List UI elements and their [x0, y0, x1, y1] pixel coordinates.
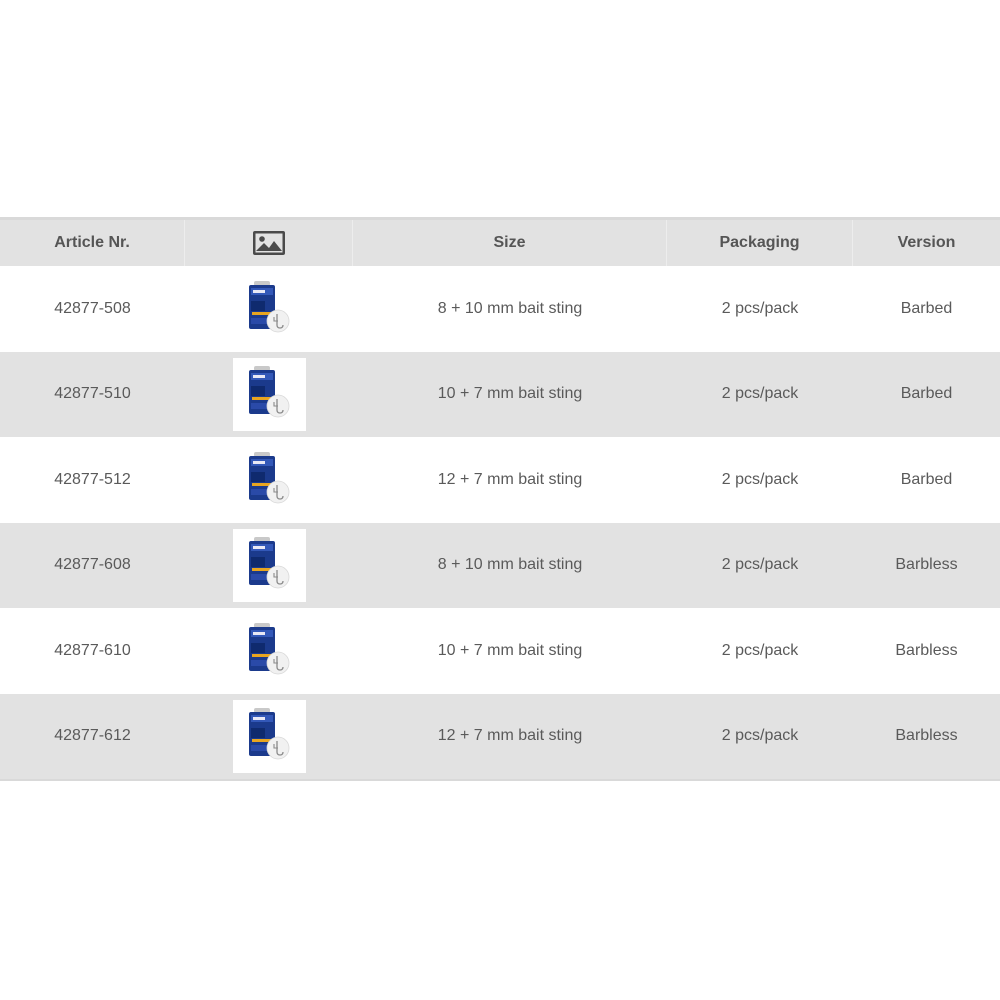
size-cell: 8 + 10 mm bait sting: [437, 299, 583, 317]
header-article-nr: Article Nr.: [0, 220, 185, 266]
product-thumbnail[interactable]: [232, 699, 306, 773]
size-cell: 10 + 7 mm bait sting: [437, 641, 583, 659]
article-number-cell: 42877-510: [54, 385, 131, 403]
packaging-cell: 2 pcs/pack: [721, 470, 799, 488]
thumbnail-cell: [185, 523, 353, 609]
product-thumbnail[interactable]: [232, 614, 306, 688]
size-cell: 12 + 7 mm bait sting: [437, 727, 583, 745]
version-cell: Barbed: [900, 470, 953, 488]
packaging-cell: 2 pcs/pack: [721, 385, 799, 403]
product-thumbnail[interactable]: [232, 357, 306, 431]
header-packaging: Packaging: [667, 220, 853, 266]
table-row: 42877-512 12 + 7 mm bait sting 2 pcs/pac…: [0, 437, 1000, 523]
table-row: 42877-612 12 + 7 mm bait sting 2 pcs/pac…: [0, 693, 1000, 780]
packaging-cell: 2 pcs/pack: [721, 299, 799, 317]
product-thumbnail[interactable]: [232, 528, 306, 602]
table-row: 42877-608 8 + 10 mm bait sting 2 pcs/pac…: [0, 522, 1000, 609]
image-icon: [252, 231, 285, 255]
size-cell: 8 + 10 mm bait sting: [437, 556, 583, 574]
table-row: 42877-508 8 + 10 mm bait sting 2 pcs/pac…: [0, 266, 1000, 352]
product-package-icon: [249, 537, 290, 589]
header-size: Size: [353, 220, 667, 266]
article-number-cell: 42877-608: [54, 556, 131, 574]
article-number-cell: 42877-508: [54, 299, 131, 317]
packaging-cell: 2 pcs/pack: [721, 641, 799, 659]
article-number-cell: 42877-612: [54, 727, 131, 745]
size-cell: 12 + 7 mm bait sting: [437, 470, 583, 488]
thumbnail-cell: [185, 266, 353, 352]
table-header-row: Article Nr. Size Packaging Version: [0, 220, 1000, 266]
table-row: 42877-510 10 + 7 mm bait sting 2 pcs/pac…: [0, 351, 1000, 438]
product-package-icon: [249, 451, 290, 504]
table-body: 42877-508 8 + 10 mm bait sting 2 pcs/pac…: [0, 266, 1000, 779]
packaging-cell: 2 pcs/pack: [721, 556, 799, 574]
thumbnail-cell: [185, 437, 353, 523]
product-package-icon: [249, 708, 290, 760]
article-number-cell: 42877-512: [54, 470, 131, 488]
packaging-cell: 2 pcs/pack: [721, 727, 799, 745]
table-row: 42877-610 10 + 7 mm bait sting 2 pcs/pac…: [0, 608, 1000, 694]
product-package-icon: [249, 366, 290, 418]
version-cell: Barbless: [895, 556, 958, 574]
product-thumbnail[interactable]: [232, 443, 306, 517]
thumbnail-cell: [185, 608, 353, 694]
thumbnail-cell: [185, 352, 353, 438]
version-cell: Barbed: [900, 299, 953, 317]
article-number-cell: 42877-610: [54, 641, 131, 659]
thumbnail-cell: [185, 694, 353, 780]
version-cell: Barbless: [895, 641, 958, 659]
product-package-icon: [249, 280, 290, 333]
size-cell: 10 + 7 mm bait sting: [437, 385, 583, 403]
header-version: Version: [897, 234, 956, 251]
header-image: [185, 220, 353, 266]
product-variants-table: Article Nr. Size Packaging Version 42877…: [0, 217, 1000, 781]
version-cell: Barbed: [900, 385, 953, 403]
product-thumbnail[interactable]: [232, 272, 306, 346]
version-cell: Barbless: [895, 727, 958, 745]
product-package-icon: [249, 622, 290, 675]
